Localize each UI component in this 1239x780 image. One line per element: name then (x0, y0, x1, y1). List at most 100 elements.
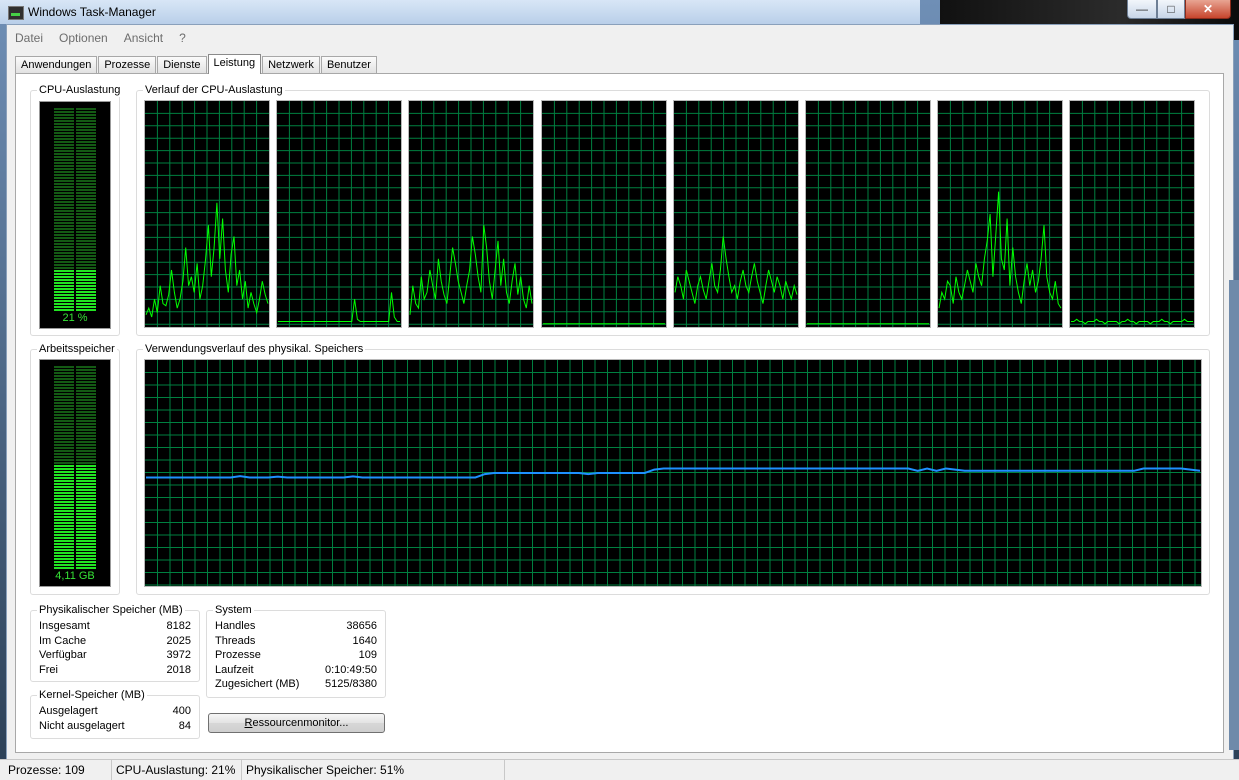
memory-meter-segment (54, 498, 74, 500)
cpu-meter-segment (76, 261, 96, 263)
cpu-usage-group: CPU-Auslastung 21 % (30, 83, 123, 336)
tab-leistung[interactable]: Leistung (207, 54, 262, 74)
cpu-meter-segment (54, 252, 74, 254)
status-cpu: CPU-Auslastung: 21% (112, 760, 242, 780)
memory-meter-segment (76, 474, 96, 476)
cpu-meter-segment (54, 246, 74, 248)
tab-prozesse[interactable]: Prozesse (98, 56, 157, 73)
cpu-usage-value: 21 % (62, 312, 88, 324)
system-label: Threads (215, 635, 256, 647)
memory-meter-segment (76, 507, 96, 509)
cpu-meter-segment (76, 201, 96, 203)
memory-meter-segment (54, 477, 74, 479)
phys-mem-label: Insgesamt (39, 620, 90, 632)
phys-mem-row-insgesamt: Insgesamt 8182 (39, 619, 191, 634)
title-bar[interactable]: Windows Task-Manager (0, 0, 920, 24)
memory-meter-segment (54, 429, 74, 431)
system-group: System Handles 38656 Threads 1640 Prozesse… (206, 603, 386, 698)
cpu-meter-segment (76, 306, 96, 308)
cpu-meter-segment (54, 195, 74, 197)
memory-meter-segment (54, 408, 74, 410)
memory-meter-segment (54, 561, 74, 563)
cpu-meter-segment (76, 144, 96, 146)
cpu-meter-segment (54, 138, 74, 140)
status-memory: Physikalischer Speicher: 51% (242, 760, 505, 780)
cpu-meter-segment (76, 141, 96, 143)
cpu-meter-segment (54, 108, 74, 110)
cpu-meter-segment (54, 243, 74, 245)
cpu-meter-segment (54, 216, 74, 218)
memory-meter-segment (76, 519, 96, 521)
cpu-meter-segment (76, 309, 96, 311)
memory-meter-segment (54, 507, 74, 509)
cpu-meter-segment (76, 171, 96, 173)
cpu-meter-segment (76, 180, 96, 182)
resource-monitor-label: essourcenmonitor... (252, 717, 349, 729)
tab-netzwerk[interactable]: Netzwerk (262, 56, 320, 73)
cpu-meter-segment (76, 273, 96, 275)
tab-anwendungen[interactable]: Anwendungen (15, 56, 98, 73)
tab-benutzer[interactable]: Benutzer (320, 56, 377, 73)
system-value: 0:10:49:50 (325, 664, 377, 676)
tab-dienste[interactable]: Dienste (157, 56, 207, 73)
cpu-meter-segment (76, 156, 96, 158)
menu-optionen[interactable]: Optionen (51, 27, 116, 47)
memory-meter-segment (76, 375, 96, 377)
maximize-button[interactable]: □ (1157, 0, 1185, 19)
memory-meter-segment (54, 366, 74, 368)
memory-label: Arbeitsspeicher (37, 342, 117, 356)
kernel-row-ausgelagert: Ausgelagert 400 (39, 704, 191, 719)
memory-meter-segment (54, 489, 74, 491)
cpu-meter-segment (76, 225, 96, 227)
memory-meter-segment (76, 504, 96, 506)
memory-meter-segment (54, 555, 74, 557)
memory-meter-segment (76, 456, 96, 458)
memory-meter-segment (54, 519, 74, 521)
cpu-usage-label: CPU-Auslastung (37, 83, 123, 97)
memory-meter-segment (54, 387, 74, 389)
cpu-core-graph (540, 100, 667, 328)
menu-ansicht[interactable]: Ansicht (116, 27, 171, 47)
system-row-threads: Threads 1640 (215, 634, 377, 649)
memory-meter-segment (54, 414, 74, 416)
cpu-meter-segment (76, 228, 96, 230)
cpu-meter-segment (76, 135, 96, 137)
cpu-meter-segment (54, 201, 74, 203)
cpu-meter-segment (54, 213, 74, 215)
memory-meter-segment (76, 438, 96, 440)
cpu-meter-segment (76, 117, 96, 119)
system-value: 38656 (346, 620, 377, 632)
memory-meter-segment (54, 543, 74, 545)
minimize-button[interactable]: — (1127, 0, 1157, 19)
memory-meter-segment (76, 555, 96, 557)
cpu-meter-segment (76, 138, 96, 140)
cpu-meter-segment (54, 204, 74, 206)
cpu-meter-segment (76, 288, 96, 290)
cpu-meter-segment (76, 234, 96, 236)
cpu-meter-segment (54, 162, 74, 164)
menu-datei[interactable]: Datei (7, 27, 51, 47)
task-manager-app-icon (8, 6, 24, 20)
memory-meter-segment (54, 552, 74, 554)
cpu-meter-segment (76, 279, 96, 281)
cpu-meter-segment (54, 171, 74, 173)
memory-meter-segment (54, 405, 74, 407)
close-button[interactable]: ✕ (1185, 0, 1231, 19)
memory-meter-segment (54, 546, 74, 548)
cpu-meter-segment (76, 111, 96, 113)
memory-meter-segment (76, 501, 96, 503)
phys-mem-value: 8182 (166, 620, 191, 632)
cpu-meter-segment (76, 294, 96, 296)
cpu-meter-segment (54, 306, 74, 308)
resource-monitor-button[interactable]: Ressourcenmonitor... (208, 713, 385, 733)
cpu-meter-segment (76, 297, 96, 299)
cpu-meter-segment (54, 180, 74, 182)
memory-meter-segment (54, 540, 74, 542)
memory-meter-segment (76, 378, 96, 380)
memory-meter-segment (54, 462, 74, 464)
system-label: Zugesichert (MB) (215, 678, 300, 690)
cpu-meter-segment (76, 192, 96, 194)
menu-help[interactable]: ? (171, 27, 194, 47)
cpu-core-chart (1070, 101, 1195, 327)
memory-meter-segment (54, 516, 74, 518)
